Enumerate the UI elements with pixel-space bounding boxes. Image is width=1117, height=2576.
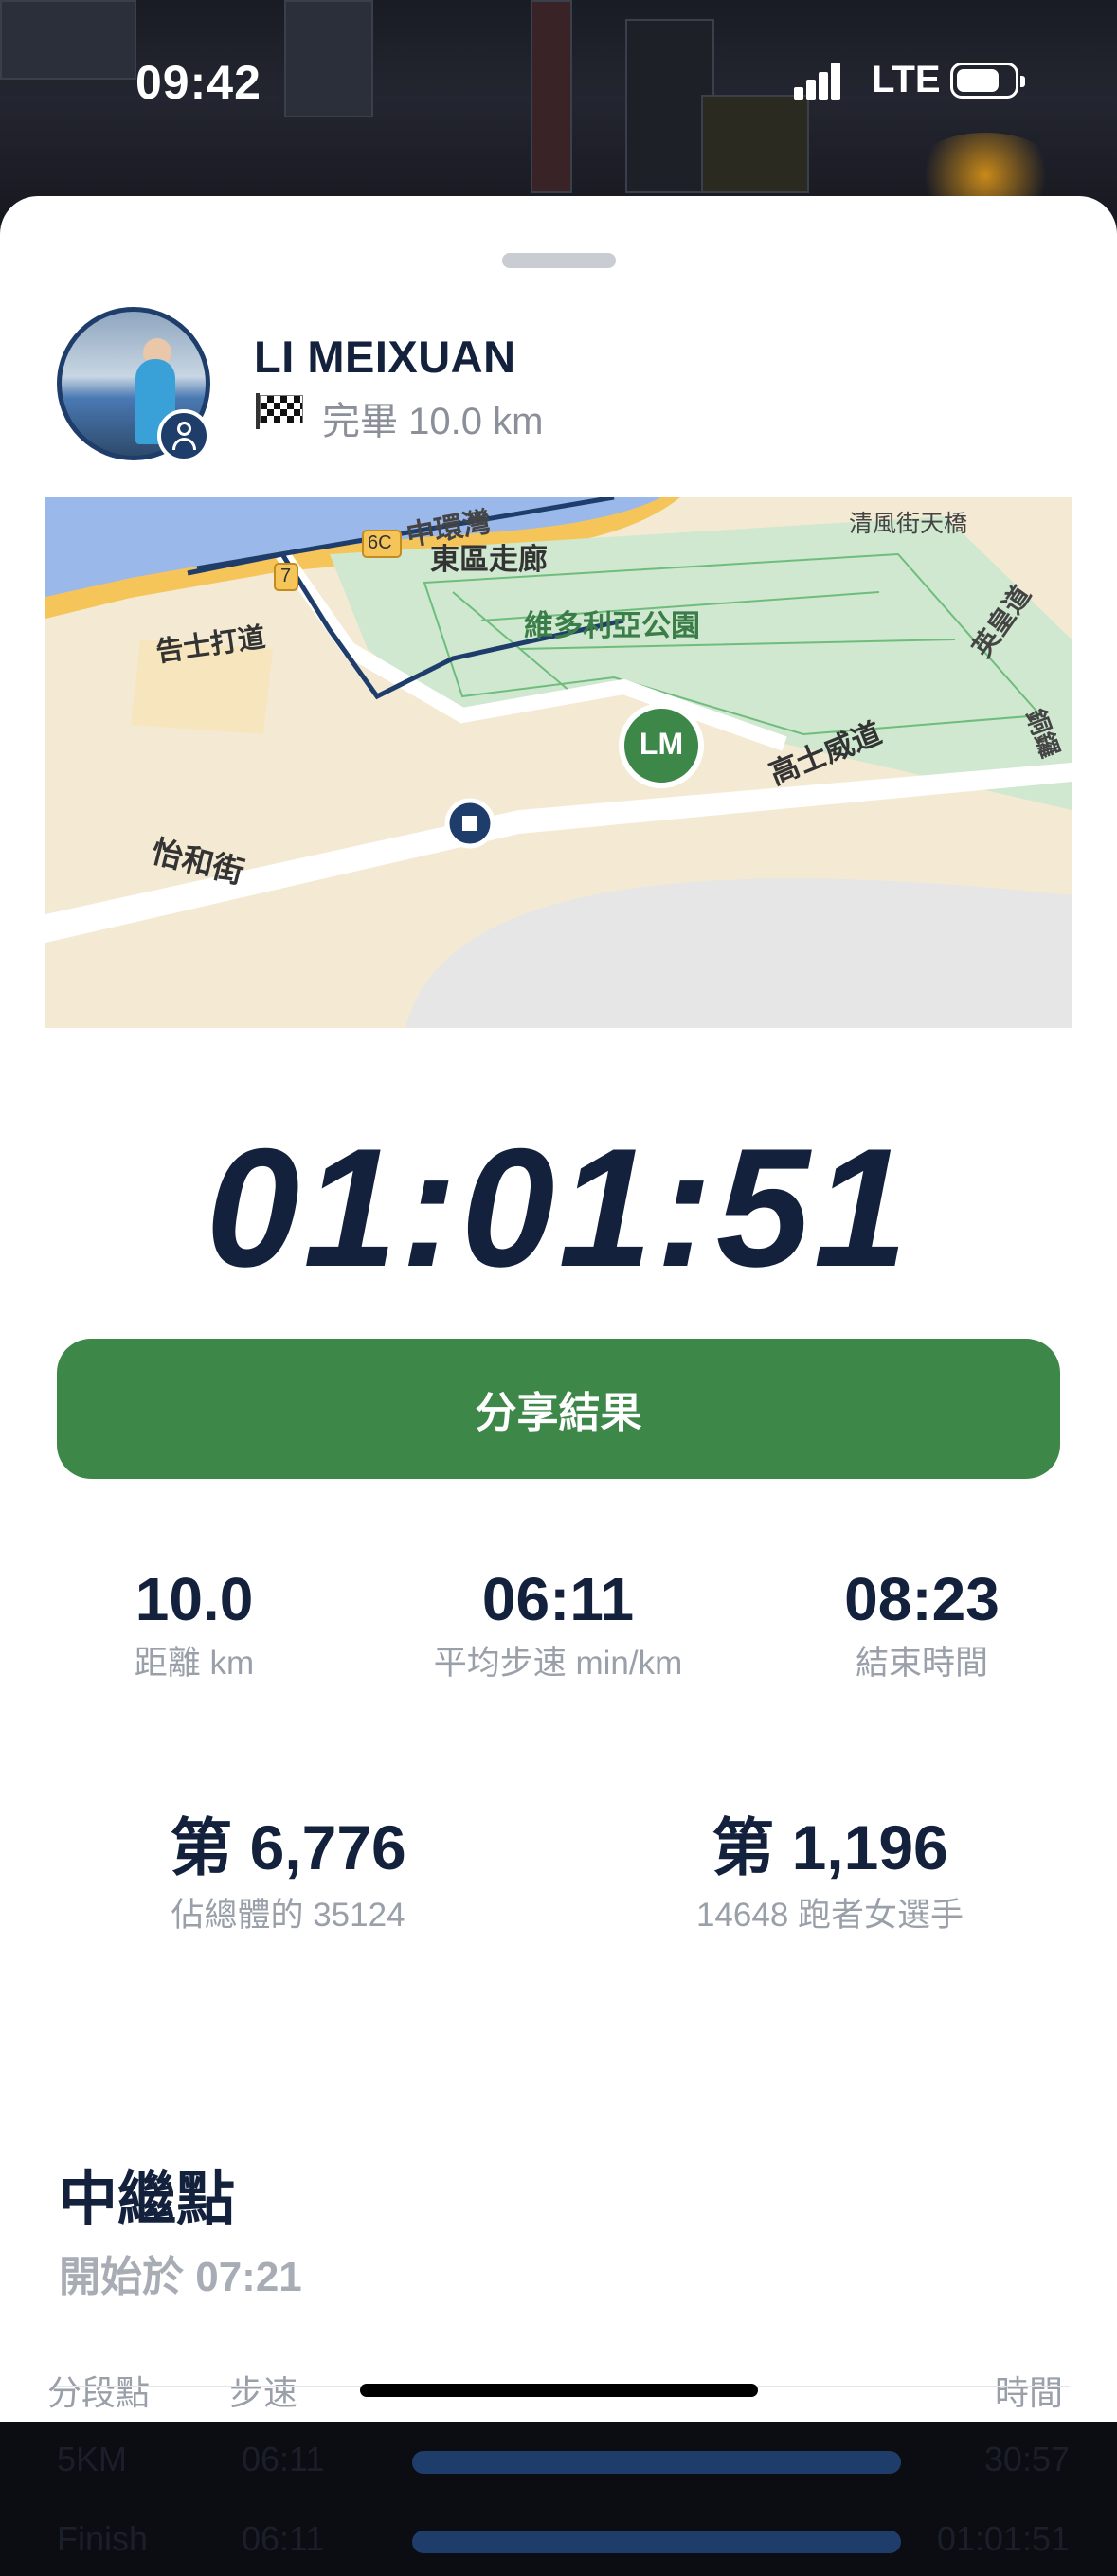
row-time: 30:57 — [983, 2440, 1070, 2478]
rank-female-label: 14648 跑者女選手 — [695, 1897, 964, 1934]
checkered-flag-icon — [256, 393, 303, 429]
sheet-grabber[interactable] — [502, 253, 616, 268]
row-pace: 06:11 — [242, 2519, 325, 2558]
stat-pace-value: 06:11 — [481, 1565, 635, 1633]
relay-start-time: 開始於 07:21 — [59, 2254, 302, 2300]
rank-overall-label: 佔總體的 35124 — [171, 1897, 405, 1934]
rank-overall: 第 6,776 佔總體的 35124 — [70, 1797, 506, 1937]
table-row: Finish 06:11 01:01:51 — [0, 2510, 1117, 2576]
stat-distance: 10.0 距離 km — [24, 1564, 365, 1684]
stat-end-time-value: 08:23 — [844, 1565, 1000, 1633]
network-type: LTE — [872, 59, 941, 100]
table-row: 5KM 06:11 30:57 — [0, 2430, 1117, 2496]
row-split: Finish — [57, 2519, 149, 2558]
stat-end-time: 08:23 結束時間 — [751, 1564, 1092, 1684]
runner-name: LI MEIXUAN — [254, 332, 516, 382]
row-time: 01:01:51 — [936, 2519, 1070, 2558]
signal-icon — [794, 63, 853, 100]
map-label-road4: 清風街天橋 — [849, 511, 968, 537]
status-time: 09:42 — [135, 56, 261, 109]
stat-distance-label: 距離 km — [134, 1645, 255, 1682]
finish-status: 完畢 10.0 km — [322, 401, 544, 442]
header-split: 分段點 — [47, 2373, 151, 2412]
header-time: 時間 — [995, 2373, 1064, 2412]
runner-marker[interactable]: LM — [622, 727, 701, 762]
rank-overall-value: 第 6,776 — [170, 1812, 406, 1882]
map-label-exit1: 6C — [368, 532, 392, 553]
result-sheet: LI MEIXUAN 完畢 10.0 km 中環灣 東區走廊 告士打道 維多利亞… — [0, 196, 1117, 2558]
finish-time: 01:01:51 — [206, 1113, 911, 1302]
stat-end-time-label: 結束時間 — [855, 1645, 988, 1682]
rank-female: 第 1,196 14648 跑者女選手 — [612, 1797, 1048, 1937]
relay-title: 中繼點 — [59, 2167, 236, 2232]
home-indicator[interactable] — [360, 2384, 758, 2397]
map-label-park: 維多利亞公園 — [524, 609, 700, 642]
header-pace: 步速 — [229, 2373, 298, 2412]
battery-icon — [950, 63, 1025, 99]
row-progress-bar — [412, 2531, 901, 2553]
stat-distance-value: 10.0 — [135, 1565, 254, 1633]
map-label-exit2: 7 — [280, 566, 292, 586]
row-split: 5KM — [57, 2440, 128, 2478]
row-pace: 06:11 — [242, 2440, 325, 2478]
route-map[interactable]: 中環灣 東區走廊 告士打道 維多利亞公園 清風街天橋 英皇道 高士威道 怡和街 … — [45, 497, 1072, 1028]
status-bar: 09:42 LTE — [0, 0, 1117, 166]
row-progress-bar — [412, 2451, 901, 2474]
profile-badge-icon — [157, 409, 210, 462]
share-result-button[interactable]: 分享結果 — [57, 1339, 1060, 1479]
map-label-road2: 東區走廊 — [430, 543, 548, 576]
stat-pace: 06:11 平均步速 min/km — [387, 1564, 729, 1684]
rank-female-value: 第 1,196 — [712, 1812, 948, 1882]
stat-pace-label: 平均步速 min/km — [433, 1645, 683, 1682]
